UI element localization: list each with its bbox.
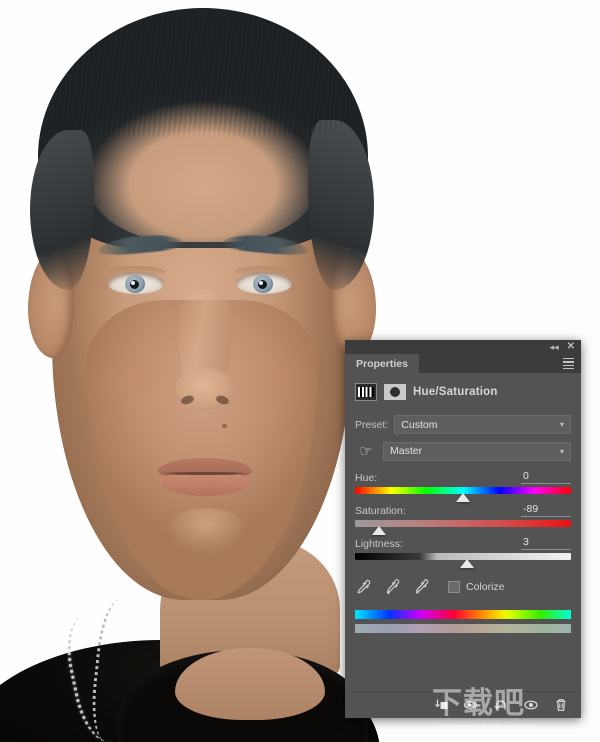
- preset-label: Preset:: [355, 418, 389, 431]
- panel-body: Hue/Saturation Preset: Custom ▾ ☞ Master…: [345, 373, 581, 691]
- delete-adjustment-icon[interactable]: [553, 697, 569, 713]
- tools-row: Colorize: [355, 579, 571, 595]
- saturation-slider-track[interactable]: [355, 520, 571, 535]
- colorize-checkbox-row[interactable]: Colorize: [448, 581, 505, 593]
- close-icon[interactable]: ✕: [567, 342, 575, 352]
- tabbar-spacer: [419, 354, 556, 373]
- preset-select[interactable]: Custom ▾: [394, 415, 571, 434]
- saturation-slider-header: Saturation: -89: [355, 503, 571, 517]
- channel-select[interactable]: Master ▾: [383, 441, 571, 461]
- adjustment-title: Hue/Saturation: [413, 386, 498, 398]
- saturation-slider-thumb[interactable]: [371, 526, 386, 535]
- preset-value: Custom: [401, 418, 438, 431]
- tab-properties-label: Properties: [356, 357, 408, 370]
- result-hue-spectrum[interactable]: [355, 624, 571, 633]
- gradient-strip: [358, 387, 374, 397]
- targeted-adjustment-hand-icon[interactable]: ☞: [355, 441, 377, 461]
- adjustment-title-row: Hue/Saturation: [355, 383, 571, 401]
- lightness-slider-track[interactable]: [355, 553, 571, 568]
- saturation-label: Saturation:: [355, 505, 406, 517]
- colorize-checkbox[interactable]: [448, 581, 460, 593]
- chevron-down-icon: ▾: [559, 420, 564, 429]
- panel-footer: [345, 691, 581, 718]
- saturation-slider-block: Saturation: -89: [355, 503, 571, 535]
- panel-tabbar: Properties: [345, 354, 581, 373]
- lightness-slider-header: Lightness: 3: [355, 536, 571, 550]
- saturation-value[interactable]: -89: [521, 503, 571, 517]
- lightness-slider-block: Lightness: 3: [355, 536, 571, 568]
- panel-menu-icon[interactable]: [556, 354, 581, 373]
- screenshot-stage: ◂◂ ✕ Properties Hue/Saturation Preset: C…: [0, 0, 600, 742]
- hue-label: Hue:: [355, 472, 378, 484]
- hue-slider-thumb[interactable]: [456, 493, 470, 502]
- channel-row: ☞ Master ▾: [355, 441, 571, 461]
- properties-panel: ◂◂ ✕ Properties Hue/Saturation Preset: C…: [345, 340, 581, 718]
- chevron-down-icon: ▾: [559, 446, 564, 456]
- view-previous-state-icon[interactable]: [463, 697, 479, 713]
- lightness-slider-thumb[interactable]: [460, 559, 475, 568]
- preset-row: Preset: Custom ▾: [355, 415, 571, 434]
- hue-slider-header: Hue: 0: [355, 470, 571, 484]
- hue-value[interactable]: 0: [521, 470, 571, 484]
- toggle-layer-visibility-icon[interactable]: [523, 697, 539, 713]
- channel-value: Master: [390, 445, 423, 457]
- reset-icon[interactable]: [493, 697, 509, 713]
- spectrum-bars: [355, 610, 571, 633]
- lightness-value[interactable]: 3: [521, 536, 571, 550]
- eyedropper-add-icon[interactable]: [384, 579, 400, 595]
- clip-to-layer-icon[interactable]: [433, 697, 449, 713]
- tab-properties[interactable]: Properties: [345, 354, 419, 373]
- eyedropper-subtract-icon[interactable]: [413, 579, 429, 595]
- hue-slider-track[interactable]: [355, 487, 571, 502]
- mask-dot: [390, 387, 400, 397]
- lightness-label: Lightness:: [355, 538, 403, 550]
- hue-saturation-adjustment-icon: [355, 383, 377, 401]
- layer-mask-icon[interactable]: [384, 384, 406, 400]
- source-hue-spectrum[interactable]: [355, 610, 571, 619]
- hue-slider-block: Hue: 0: [355, 470, 571, 502]
- panel-titlebar: ◂◂ ✕: [345, 340, 581, 354]
- colorize-label: Colorize: [466, 581, 505, 593]
- double-chevron-left-icon[interactable]: ◂◂: [550, 342, 559, 352]
- eyedropper-icon[interactable]: [355, 579, 371, 595]
